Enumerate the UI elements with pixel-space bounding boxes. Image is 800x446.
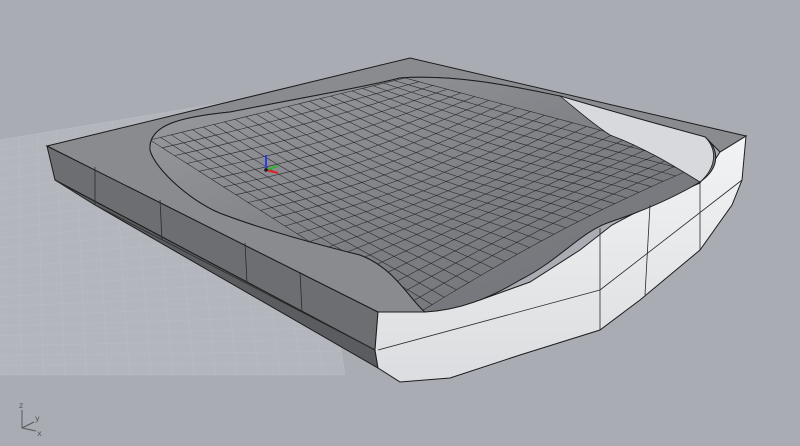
world-axis-x-label: x — [37, 429, 42, 438]
world-axes-indicator: z y x — [19, 401, 42, 438]
perspective-viewport[interactable]: z y x — [0, 0, 800, 446]
world-axis-z-label: z — [19, 401, 23, 410]
world-axis-y-label: y — [35, 414, 40, 423]
viewport-canvas[interactable]: z y x — [0, 0, 800, 446]
